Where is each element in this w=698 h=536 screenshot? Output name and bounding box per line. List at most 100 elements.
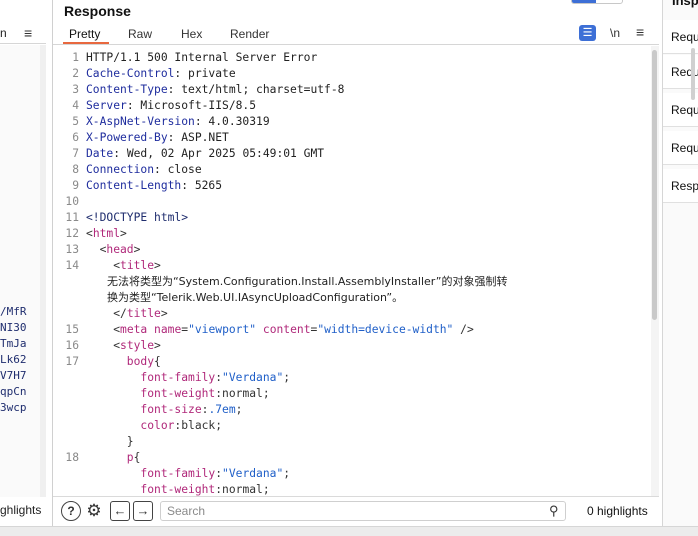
search-input[interactable] (167, 504, 527, 518)
code-token: < (86, 323, 121, 336)
wrap-lines-icon[interactable]: ☰ (579, 25, 596, 41)
response-editor[interactable]: 1 HTTP/1.1 500 Internal Server Error 2 Cach… (53, 46, 651, 496)
code-line[interactable]: 17 body{ (53, 354, 651, 370)
request-editor[interactable] (0, 45, 40, 497)
search-box: ⚲ (160, 501, 566, 521)
code-text: Connection: close (86, 162, 202, 178)
code-text: <html> (86, 226, 127, 242)
code-token: 换为类型“Telerik.Web.UI.IAsyncUploadConfigur… (86, 291, 404, 304)
inspector-item-label: Requ (671, 141, 698, 155)
tab-raw[interactable]: Raw (128, 27, 152, 41)
code-line[interactable]: 5 X-AspNet-Version: 4.0.30319 (53, 114, 651, 130)
code-token: : Microsoft-IIS/8.5 (126, 99, 257, 112)
editor-scrollbar-thumb[interactable] (652, 50, 657, 320)
search-icon[interactable]: ⚲ (549, 503, 559, 519)
editor-scrollbar[interactable] (651, 46, 659, 496)
code-token: "Verdana" (222, 467, 284, 480)
code-line[interactable]: 18 p{ (53, 450, 651, 466)
code-line[interactable]: font-family:"Verdana"; (53, 370, 651, 386)
code-line[interactable]: 4 Server: Microsoft-IIS/8.5 (53, 98, 651, 114)
next-match-icon[interactable]: → (133, 501, 153, 521)
code-token: Content-Type (86, 83, 168, 96)
code-token: X-Powered-By (86, 131, 168, 144)
code-token: Date (86, 147, 114, 160)
code-token: font-weight (86, 387, 216, 400)
code-line[interactable]: 无法将类型为“System.Configuration.Install.Asse… (53, 274, 651, 290)
inspector-item[interactable]: Requ (663, 131, 698, 165)
code-line[interactable]: 换为类型“Telerik.Web.UI.IAsyncUploadConfigur… (53, 290, 651, 306)
line-number: 18 (65, 451, 79, 464)
inspector-panel: Insp Requ Requ Requ Requ Resp (662, 0, 698, 536)
code-token: > (120, 227, 127, 240)
code-line[interactable]: 14 <title> (53, 258, 651, 274)
code-token: meta (120, 323, 148, 336)
gear-icon[interactable]: ⚙ (84, 501, 104, 521)
code-token: > (154, 339, 161, 352)
request-menu-icon[interactable]: ≡ (24, 25, 32, 41)
request-code-line: qpCn (0, 385, 27, 398)
code-line[interactable]: color:black; (53, 418, 651, 434)
code-line[interactable]: 16 <style> (53, 338, 651, 354)
tab-render[interactable]: Render (230, 27, 269, 41)
code-line[interactable]: 13 <head> (53, 242, 651, 258)
show-newlines-button[interactable]: \n (610, 26, 620, 40)
code-token: ; (235, 403, 243, 416)
request-highlights-count: ghlights (0, 503, 42, 517)
code-token: "width=device-width" (317, 323, 454, 336)
code-line[interactable]: } (53, 434, 651, 450)
code-text: </title> (86, 306, 168, 322)
code-line[interactable]: font-weight:normal; (53, 386, 651, 402)
request-tab-fragment[interactable]: n (0, 26, 7, 40)
code-text: Cache-Control: private (86, 66, 236, 82)
code-line[interactable]: 1 HTTP/1.1 500 Internal Server Error (53, 50, 651, 66)
code-line[interactable]: 15 <meta name="viewport" content="width=… (53, 322, 651, 338)
line-number: 17 (65, 355, 79, 368)
code-token: : 4.0.30319 (194, 115, 270, 128)
code-line[interactable]: 3 Content-Type: text/html; charset=utf-8 (53, 82, 651, 98)
hamburger-icon[interactable]: ≡ (636, 24, 644, 40)
code-line[interactable]: 11 <!DOCTYPE html> (53, 210, 651, 226)
code-line[interactable]: 10 (53, 194, 651, 210)
code-text: Content-Type: text/html; charset=utf-8 (86, 82, 344, 98)
search-bar: ? ⚙ ← → ⚲ 0 highlights (53, 496, 659, 524)
code-token: "Verdana" (222, 371, 284, 384)
code-line[interactable]: font-weight:normal; (53, 482, 651, 496)
request-code-line: V7H7 (0, 369, 27, 382)
code-text: font-weight:normal; (86, 386, 269, 402)
code-token: > (154, 259, 161, 272)
code-token: { (133, 451, 141, 464)
line-number: 14 (65, 259, 79, 272)
code-token: : 5265 (181, 179, 223, 192)
code-token: } (86, 435, 134, 448)
layout-toggle[interactable] (571, 0, 623, 4)
code-token: > (160, 307, 168, 320)
request-scrollbar[interactable] (40, 45, 46, 497)
code-text: 换为类型“Telerik.Web.UI.IAsyncUploadConfigur… (86, 290, 403, 306)
code-token: 无法将类型为“System.Configuration.Install.Asse… (86, 275, 508, 288)
code-line[interactable]: font-size:.7em; (53, 402, 651, 418)
code-line[interactable]: </title> (53, 306, 651, 322)
code-token: :black; (174, 419, 223, 432)
code-text: Content-Length: 5265 (86, 178, 222, 194)
code-line[interactable]: 6 X-Powered-By: ASP.NET (53, 130, 651, 146)
inspector-item[interactable]: Resp (663, 169, 698, 203)
inspector-scrollbar[interactable] (691, 48, 695, 100)
code-token: < (86, 243, 107, 256)
code-token: : Wed, 02 Apr 2025 05:49:01 GMT (113, 147, 325, 160)
code-line[interactable]: font-family:"Verdana"; (53, 466, 651, 482)
line-number: 13 (65, 243, 79, 256)
code-line[interactable]: 9 Content-Length: 5265 (53, 178, 651, 194)
help-icon[interactable]: ? (61, 501, 81, 521)
code-line[interactable]: 2 Cache-Control: private (53, 66, 651, 82)
code-text: <style> (86, 338, 161, 354)
previous-match-icon[interactable]: ← (110, 501, 130, 521)
line-number: 5 (72, 115, 79, 128)
code-text: } (86, 434, 134, 450)
layout-toggle-active[interactable] (572, 0, 596, 3)
tab-hex[interactable]: Hex (181, 27, 202, 41)
code-line[interactable]: 8 Connection: close (53, 162, 651, 178)
code-line[interactable]: 12 <html> (53, 226, 651, 242)
code-line[interactable]: 7 Date: Wed, 02 Apr 2025 05:49:01 GMT (53, 146, 651, 162)
tab-pretty[interactable]: Pretty (69, 27, 100, 41)
